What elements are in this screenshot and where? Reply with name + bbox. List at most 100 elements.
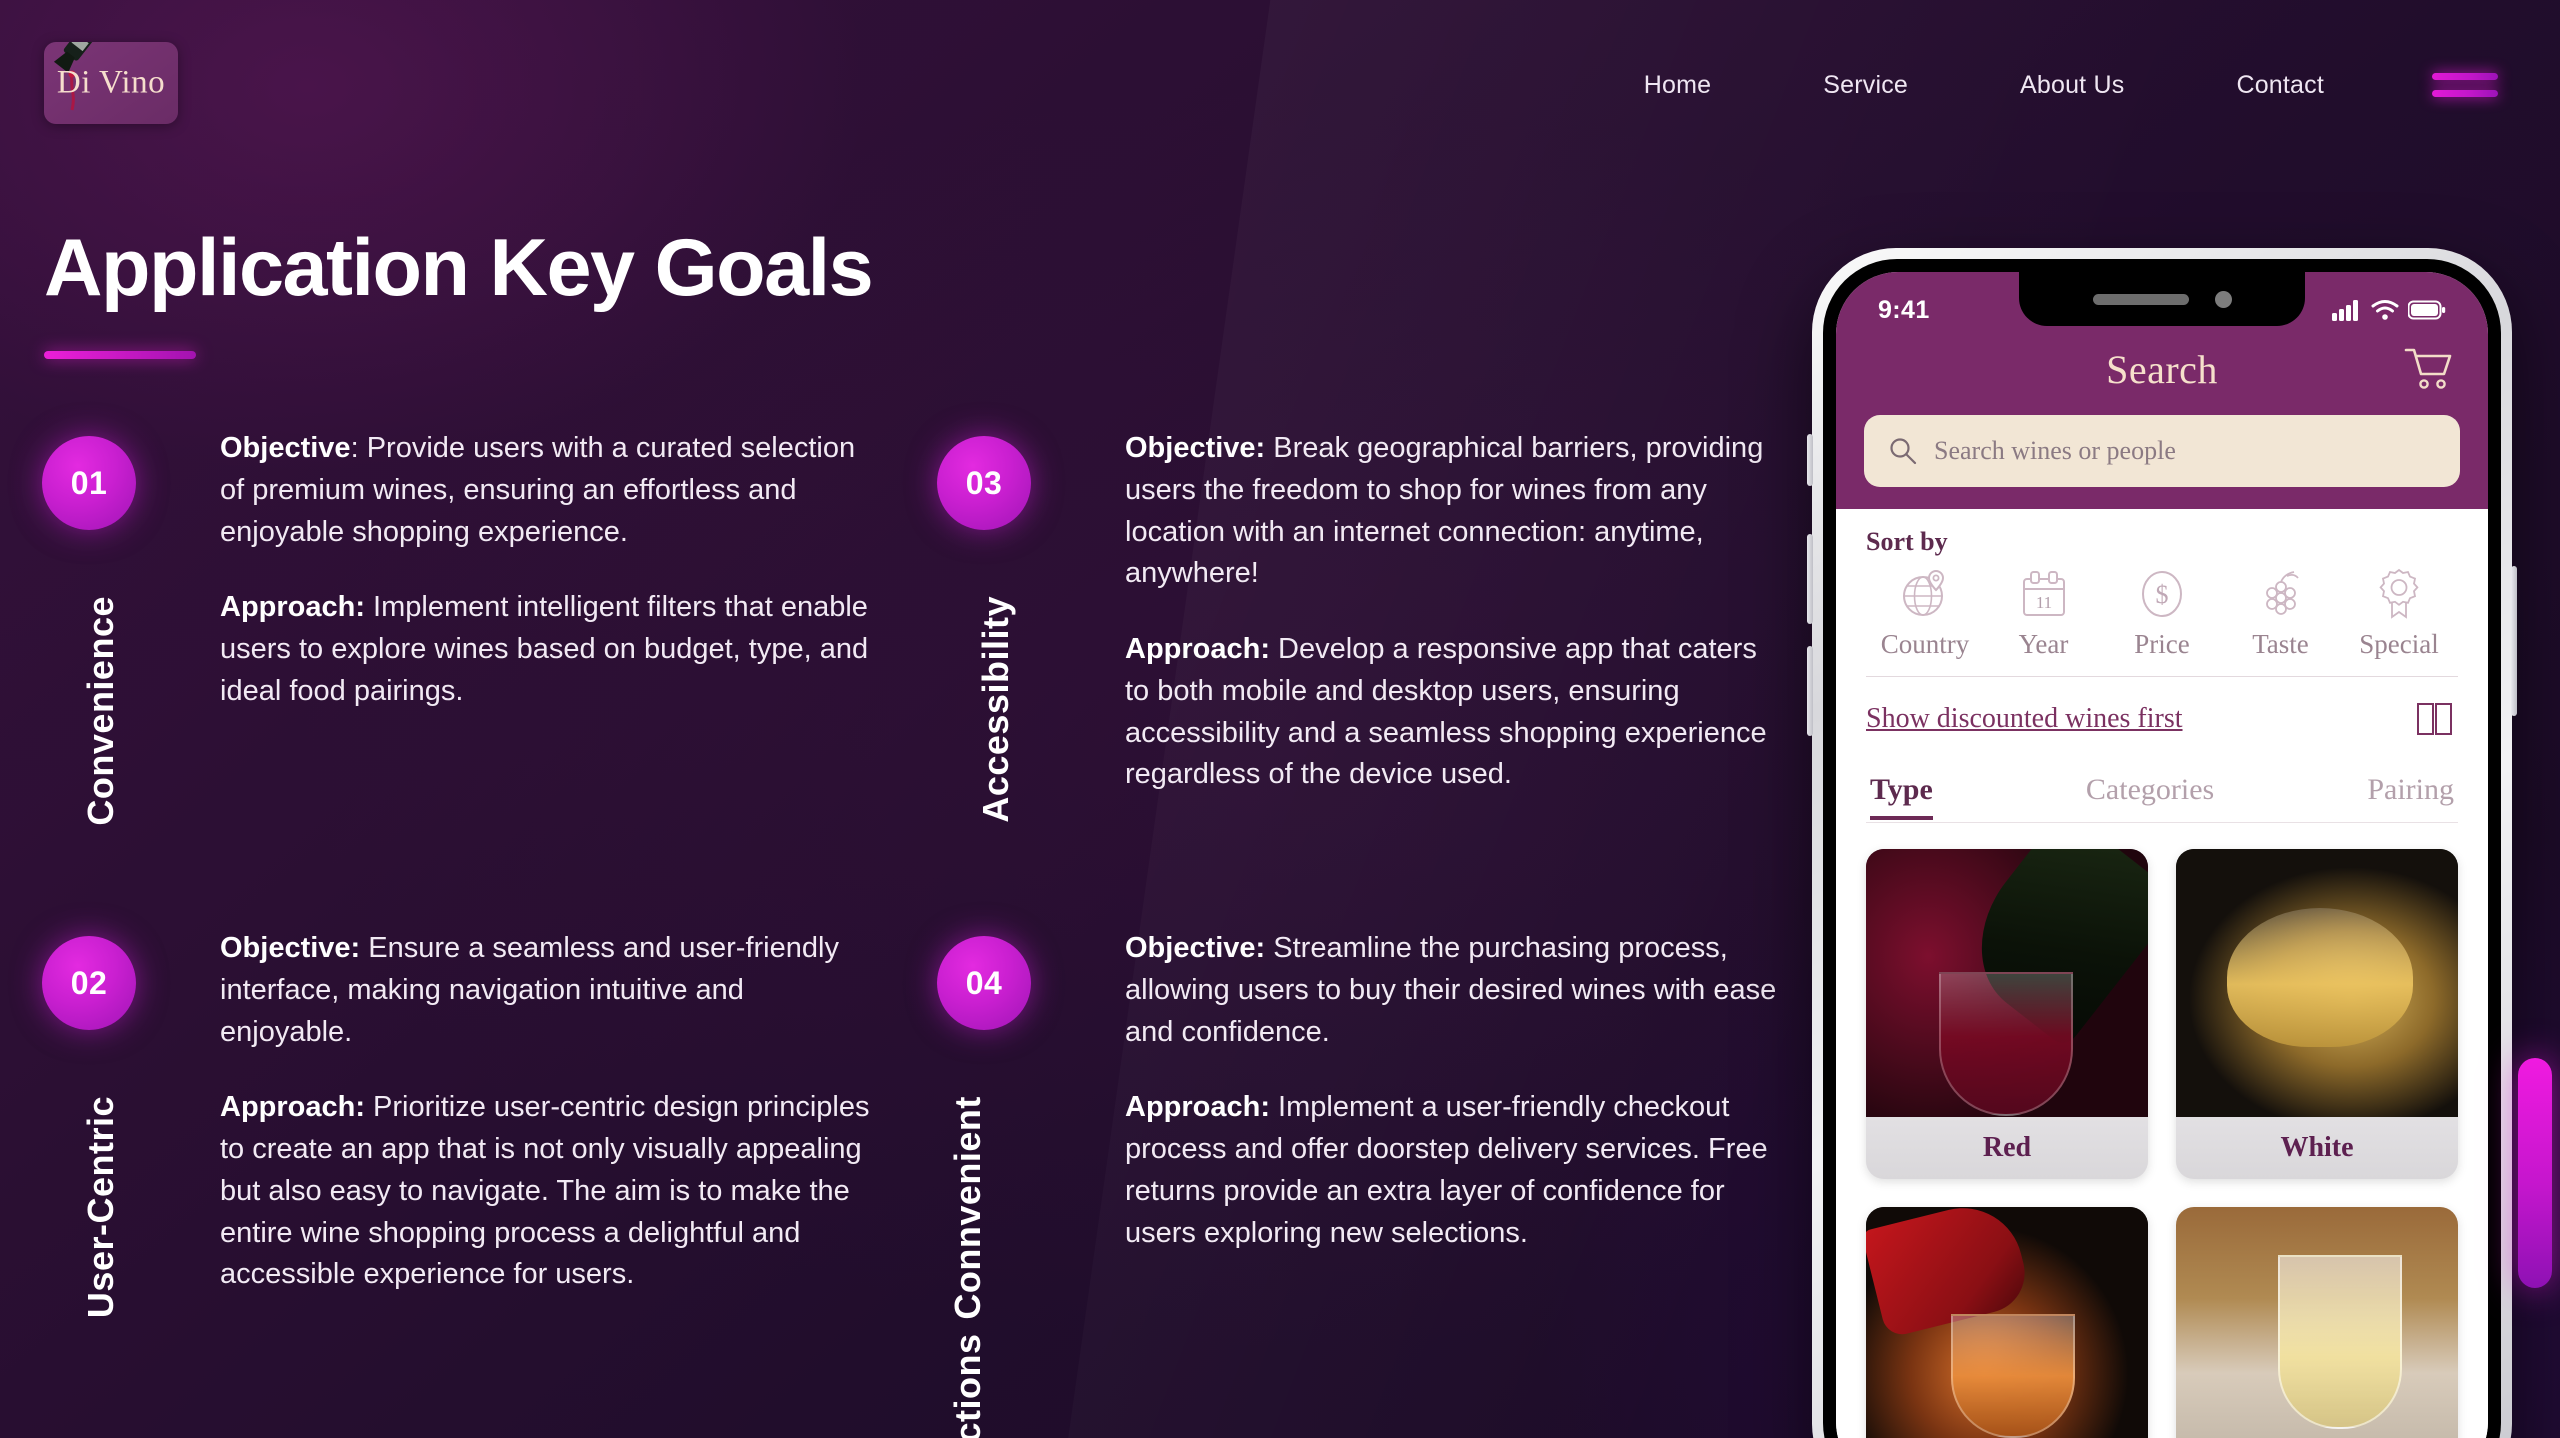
phone-volume-down-button[interactable] <box>1807 646 1813 736</box>
goal-number: 04 <box>965 964 1003 1001</box>
wine-card-label: Red <box>1866 1117 2148 1179</box>
goal-approach: Approach: Prioritize user-centric design… <box>220 1087 880 1296</box>
nav-item-home[interactable]: Home <box>1588 71 1768 100</box>
phone-notch <box>2019 272 2305 326</box>
sort-options-row: Country 11 Year $ Price Taste Special <box>1866 567 2458 660</box>
goal-approach-label: Approach: <box>1125 1091 1270 1124</box>
goal-objective: Objective: Streamline the purchasing pro… <box>1125 928 1785 1053</box>
goal-number-badge: 03 <box>937 436 1031 530</box>
tab-categories[interactable]: Categories <box>2086 773 2214 820</box>
sort-option-country[interactable]: Country <box>1866 567 1984 660</box>
goal-objective-sep: : <box>350 432 367 464</box>
wine-card-white[interactable]: White <box>2176 849 2458 1179</box>
sort-by-label: Sort by <box>1866 527 1948 556</box>
goal-objective: Objective: Provide users with a curated … <box>220 428 880 553</box>
hamburger-menu-icon[interactable] <box>2432 68 2498 102</box>
sort-option-taste[interactable]: Taste <box>2222 567 2340 660</box>
goal-objective: Objective: Ensure a seamless and user-fr… <box>220 928 880 1053</box>
sort-option-label: Country <box>1880 629 1970 659</box>
phone-power-button[interactable] <box>2511 566 2517 716</box>
sort-option-price[interactable]: $ Price <box>2103 567 2221 660</box>
tab-type[interactable]: Type <box>1870 773 1933 820</box>
phone-screen: 9:41 Search Search wines or people Sort … <box>1836 272 2488 1438</box>
goal-category-label: Connvenient Transactions <box>947 1096 989 1438</box>
rose-wine-pour-photo <box>1866 1207 2148 1438</box>
goal-number: 02 <box>70 964 108 1001</box>
nav-item-service[interactable]: Service <box>1767 71 1964 100</box>
battery-icon <box>2408 300 2446 320</box>
status-time: 9:41 <box>1878 295 1930 324</box>
calendar-icon: 11 <box>2022 571 2065 616</box>
wine-card-red[interactable]: Red <box>1866 849 2148 1179</box>
red-wine-pour-photo <box>1866 849 2148 1117</box>
award-ribbon-icon <box>2379 568 2419 619</box>
section-divider <box>1866 676 2458 677</box>
goals-grid: 01 Convenience Objective: Provide users … <box>40 428 1800 1438</box>
brand-logo[interactable]: Di Vino <box>44 42 178 124</box>
page-heading: Application Key Goals <box>44 223 874 359</box>
sort-option-special[interactable]: Special <box>2340 567 2458 660</box>
goal-approach: Approach: Develop a responsive app that … <box>1125 629 1785 796</box>
wine-card-sparkling[interactable] <box>2176 1207 2458 1438</box>
top-navigation-bar: Di Vino Home Service About Us Contact <box>0 0 2560 170</box>
goal-objective-label: Objective: <box>220 932 361 964</box>
nav-item-contact[interactable]: Contact <box>2180 71 2380 100</box>
app-title-row: Search <box>1836 346 2488 393</box>
goal-approach-label: Approach: <box>220 1091 365 1124</box>
dollar-circle-icon: $ <box>2142 571 2182 617</box>
shopping-cart-icon[interactable] <box>2402 344 2454 392</box>
goal-approach-label: Approach: <box>1125 633 1270 665</box>
brand-logo-text: Di Vino <box>56 64 166 101</box>
goal-approach-label: Approach: <box>220 591 365 624</box>
wine-card-label: White <box>2176 1117 2458 1179</box>
search-field-wrapper[interactable] <box>1864 415 2460 487</box>
goal-approach: Approach: Implement intelligent filters … <box>220 587 880 712</box>
tab-pairing[interactable]: Pairing <box>2367 773 2454 820</box>
tabs-divider <box>1866 822 2458 823</box>
wifi-icon <box>2371 300 2399 320</box>
nav-item-about-us[interactable]: About Us <box>1964 71 2180 100</box>
discount-row: Show discounted wines first <box>1866 699 2458 739</box>
goal-number: 03 <box>965 464 1003 501</box>
sort-option-label: Price <box>2134 629 2190 659</box>
title-underline-accent <box>44 351 196 359</box>
app-screen-title: Search <box>2106 347 2218 392</box>
goal-objective-label: Objective: <box>1125 432 1266 464</box>
wine-cards-grid: Red White <box>1866 849 2458 1438</box>
sort-option-label: Taste <box>2252 629 2309 659</box>
globe-pin-icon <box>1903 569 1945 616</box>
status-icons <box>2332 299 2446 321</box>
calendar-day-number: 11 <box>2035 593 2051 612</box>
show-discounted-wines-link[interactable]: Show discounted wines first <box>1866 703 2183 735</box>
goal-category-label: User-Centric <box>80 1096 121 1319</box>
goal-objective-label: Objective <box>220 432 351 464</box>
book-view-icon[interactable] <box>2414 699 2458 739</box>
app-body: Sort by Country 11 Year $ Price Taste Sp… <box>1836 509 2488 1438</box>
signal-bars-icon <box>2332 300 2358 321</box>
sort-option-label: Year <box>2018 629 2069 659</box>
front-camera-icon <box>2214 290 2232 308</box>
sort-option-year[interactable]: 11 Year <box>1985 567 2103 660</box>
goal-item-01: 01 Convenience Objective: Provide users … <box>40 428 935 928</box>
wine-card-rose[interactable] <box>1866 1207 2148 1438</box>
filter-tabs: Type Categories Pairing <box>1866 773 2458 820</box>
white-wine-glass-photo <box>2176 849 2458 1117</box>
goal-item-03: 03 Accessibility Objective: Break geogra… <box>935 428 1830 928</box>
earpiece-speaker-icon <box>2092 293 2189 305</box>
nav-links: Home Service About Us Contact <box>1588 0 2380 170</box>
goal-number-badge: 04 <box>937 936 1031 1030</box>
sparkling-wine-pour-photo <box>2176 1207 2458 1438</box>
goal-number: 01 <box>70 464 108 501</box>
search-input[interactable] <box>1934 436 2436 466</box>
accent-bar-decoration <box>2518 1058 2552 1288</box>
page-title: Application Key Goals <box>44 223 874 313</box>
phone-body: 9:41 Search Search wines or people Sort … <box>1823 259 2501 1438</box>
phone-mockup: 9:41 Search Search wines or people Sort … <box>1807 248 2517 1438</box>
goal-objective-label: Objective: <box>1125 932 1266 964</box>
phone-silence-switch[interactable] <box>1807 434 1813 486</box>
goal-number-badge: 01 <box>42 436 136 530</box>
goal-approach: Approach: Implement a user-friendly chec… <box>1125 1087 1785 1254</box>
goal-category-line-2: Transactions <box>947 1334 989 1438</box>
hamburger-bar-2 <box>2432 90 2498 97</box>
phone-volume-up-button[interactable] <box>1807 534 1813 624</box>
